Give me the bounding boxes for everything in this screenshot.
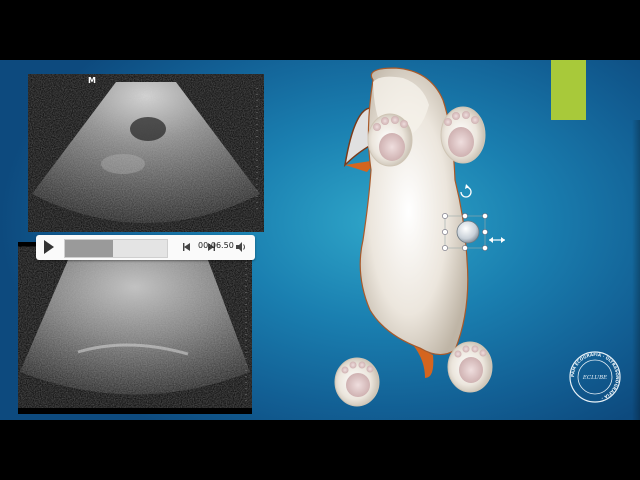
svg-text:ECLUBE: ECLUBE [582, 375, 607, 381]
ultrasound-fan-top [32, 82, 260, 223]
rotate-handle-icon[interactable] [460, 184, 472, 198]
letterbox-bottom [0, 420, 640, 480]
play-icon[interactable] [44, 240, 54, 254]
slide-edge-shadow [632, 120, 640, 420]
ultrasound-image-top: M [28, 74, 264, 232]
club-seal-logo: PAM ECOGRAFIA · ULTRASONOGRAFIA · ECLUBE [569, 351, 621, 403]
ultrasound-brand-logo: M [88, 76, 96, 85]
slide-canvas: M 00:06.50 PAM ECOGRAFIA · ULTRASONOGRAF… [0, 60, 640, 420]
ultrasound-fan-bottom [20, 260, 250, 402]
ultrasound-image-bottom [18, 242, 252, 414]
accent-rectangle [551, 60, 586, 120]
seek-bar-progress [65, 240, 113, 257]
skip-back-icon[interactable] [182, 242, 192, 252]
volume-icon[interactable] [235, 241, 247, 253]
seek-bar[interactable] [64, 239, 168, 258]
media-player-controls: 00:06.50 [36, 235, 255, 260]
resize-arrow-icon[interactable] [489, 237, 505, 243]
dog-illustration [334, 67, 505, 407]
letterbox-top [0, 0, 640, 60]
